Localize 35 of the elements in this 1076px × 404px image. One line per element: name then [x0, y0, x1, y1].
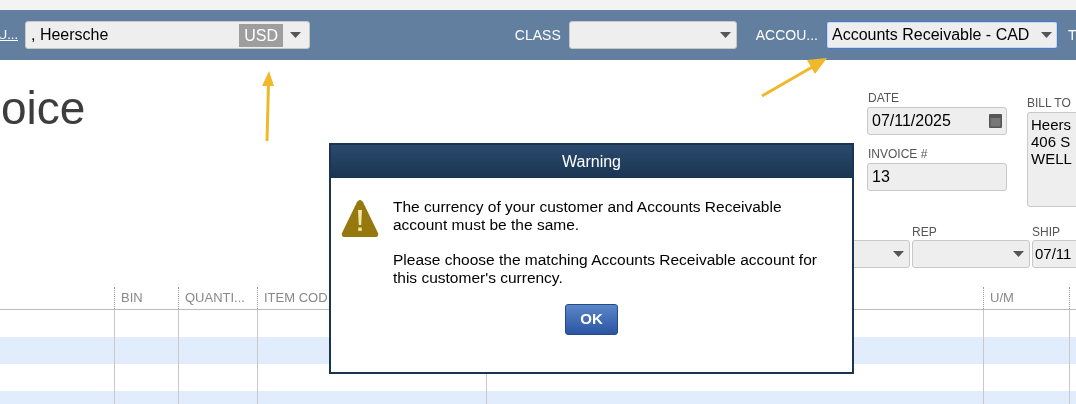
column-header[interactable]: QUANTI... — [185, 288, 245, 308]
account-label: ACCOU... — [755, 25, 818, 45]
class-label: CLASS — [514, 25, 561, 45]
column-header[interactable]: U/M — [990, 288, 1014, 308]
date-label: DATE — [868, 91, 901, 105]
annotation-arrow — [760, 56, 828, 98]
class-dropdown[interactable] — [568, 21, 737, 49]
invoice-number-field[interactable]: 13 — [867, 163, 1007, 191]
customer-field[interactable]: , Heersche USD — [25, 21, 310, 49]
rep-dropdown[interactable] — [912, 240, 1030, 268]
annotation-arrow — [261, 70, 275, 142]
date-field[interactable]: 07/11/2025 — [867, 107, 1007, 135]
dialog-title: Warning — [562, 151, 621, 172]
bill-to-label: BILL TO — [1027, 96, 1072, 110]
dialog-message: The currency of your customer and Accounts Receivable account must be the same. — [393, 198, 783, 234]
ship-date-field[interactable]: 07/11 — [1032, 240, 1076, 268]
ship-label: SHIP — [1032, 225, 1061, 240]
cut-label: T — [1068, 25, 1076, 45]
dropdown-caret-icon — [290, 32, 301, 38]
ok-button[interactable]: OK — [565, 304, 618, 335]
currency-badge: USD — [239, 23, 283, 47]
warning-icon — [341, 199, 379, 239]
rep-label: REP — [912, 225, 938, 240]
account-dropdown[interactable]: Accounts Receivable - CAD — [826, 21, 1058, 49]
dropdown-caret-icon — [1041, 32, 1052, 38]
column-header[interactable]: BIN — [121, 288, 143, 308]
invoice-number-label: INVOICE # — [868, 147, 929, 161]
form-title: oice — [1, 85, 86, 131]
dropdown-caret-icon — [1013, 251, 1024, 257]
column-header[interactable]: ITEM COD — [264, 288, 328, 308]
dropdown-caret-icon — [893, 251, 904, 257]
dropdown-caret-icon — [719, 32, 731, 38]
bill-to-field[interactable]: Heers 406 S WELL — [1027, 112, 1076, 207]
dialog-message: Please choose the matching Accounts Receivable account for this customer's currency. — [393, 251, 818, 287]
calendar-icon[interactable] — [989, 114, 1002, 128]
